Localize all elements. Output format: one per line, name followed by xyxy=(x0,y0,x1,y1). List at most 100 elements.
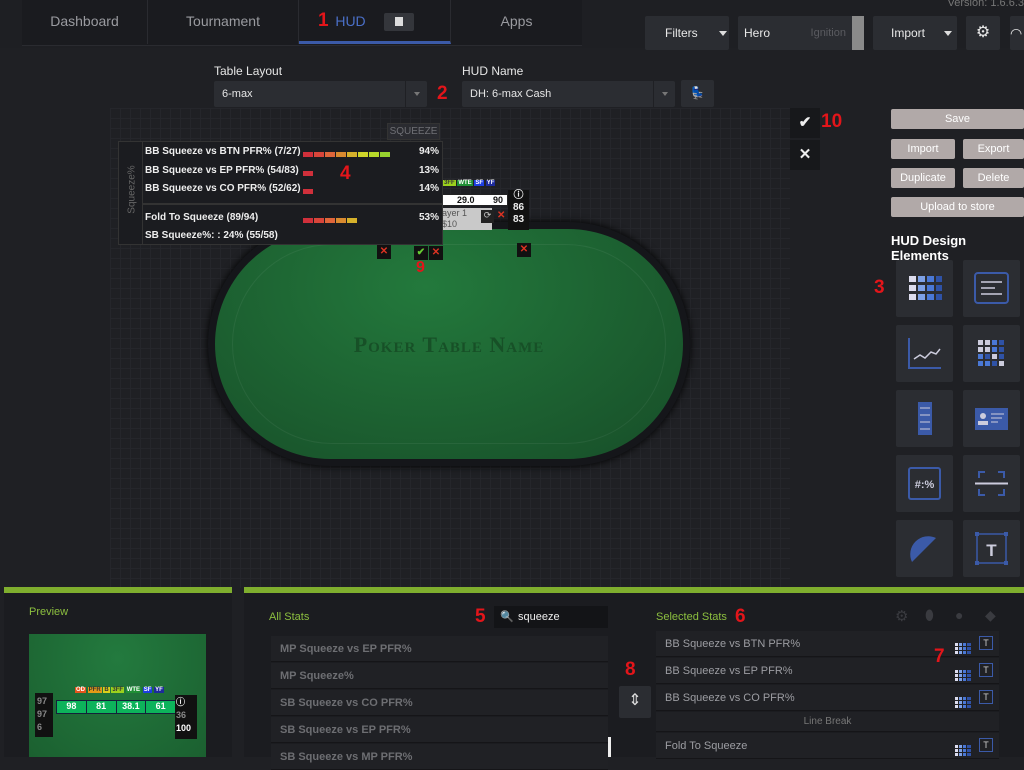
filters-button[interactable]: Filters xyxy=(645,16,729,50)
search-icon: 🔍 xyxy=(500,611,514,623)
seat-chair-icon[interactable]: 💺 xyxy=(681,80,714,107)
selected-stat-item[interactable]: BB Squeeze vs EP PFR% T xyxy=(656,658,999,684)
grid-icon[interactable] xyxy=(955,740,971,766)
tag-icon[interactable]: ◆ xyxy=(985,607,996,624)
progress-segment xyxy=(380,152,390,157)
hero-dropdown-toggle[interactable] xyxy=(852,16,864,50)
badge-sf: SF xyxy=(474,180,485,186)
close-icon[interactable]: ✕ xyxy=(497,210,505,221)
selected-stat-label: BB Squeeze vs EP PFR% xyxy=(665,665,793,677)
all-stats-item[interactable]: SB Squeeze vs EP PFR% xyxy=(271,717,608,743)
close-icon[interactable]: ✕ xyxy=(429,246,443,260)
text-format-icon[interactable]: T xyxy=(979,663,993,677)
export-button[interactable]: Export xyxy=(963,139,1024,159)
text-format-icon[interactable]: T xyxy=(979,690,993,704)
popup-row-name: BB Squeeze vs BTN PFR% (7/27) xyxy=(145,146,301,157)
check-icon[interactable]: ✔ xyxy=(414,246,428,260)
save-button[interactable]: Save xyxy=(891,109,1024,129)
popup-row-name: BB Squeeze vs EP PFR% (54/83) xyxy=(145,165,299,176)
confirm-check-icon[interactable]: ✔ xyxy=(790,108,820,138)
preview-stat-row: 98 81 38.1 61 xyxy=(56,700,176,714)
tile-graph[interactable] xyxy=(896,325,953,382)
tile-stat-grid[interactable] xyxy=(896,260,953,317)
hud-name-select[interactable]: DH: 6-max Cash xyxy=(462,81,675,107)
tile-text-stat[interactable]: #:% xyxy=(896,455,953,512)
popup-row-name: Fold To Squeeze (89/94) xyxy=(145,212,259,223)
import-hud-button[interactable]: Import xyxy=(891,139,955,159)
all-stats-item[interactable]: MP Squeeze% xyxy=(271,663,608,689)
popup-footer-text: SB Squeeze%: : 24% (55/58) xyxy=(145,230,278,241)
progress-segment xyxy=(314,152,324,157)
annotation-2: 2 xyxy=(437,83,448,104)
preview-right-panel: ⓘ 36 100 xyxy=(175,695,197,739)
tile-gauge[interactable] xyxy=(896,520,953,577)
line-break-item[interactable]: Line Break xyxy=(656,712,999,732)
stats-panel-accent xyxy=(244,587,1024,593)
popup-footer: SB Squeeze%: : 24% (55/58) xyxy=(145,230,443,244)
seat-hud-value: 29.0 xyxy=(457,195,475,205)
badge-3ff: 3FF xyxy=(443,180,456,186)
main-nav: Dashboard Tournament HUD Apps xyxy=(22,0,582,46)
close-icon[interactable]: ✕ xyxy=(517,243,531,257)
tab-dashboard[interactable]: Dashboard xyxy=(22,0,148,44)
stat-popup: Squeeze% BB Squeeze vs BTN PFR% (7/27) 94… xyxy=(118,141,443,245)
text-format-icon[interactable]: T xyxy=(979,636,993,650)
selected-stat-item[interactable]: Fold To Squeeze T xyxy=(656,733,999,759)
popup-side: Squeeze% xyxy=(119,142,143,244)
stop-button[interactable] xyxy=(383,13,414,32)
progress-segment xyxy=(336,152,346,157)
preview-left-panel: 97 97 6 xyxy=(35,693,53,737)
stats-search-input[interactable]: 🔍 squeeze xyxy=(494,606,608,628)
annotation-7: 7 xyxy=(934,646,945,667)
refresh-icon[interactable]: ⟳ xyxy=(481,210,494,223)
table-layout-select[interactable]: 6-max xyxy=(214,81,427,107)
selected-stat-label: BB Squeeze vs BTN PFR% xyxy=(665,638,801,650)
progress-segment xyxy=(303,218,313,223)
hero-select[interactable]: Hero Ignition xyxy=(738,16,864,50)
tile-player-card[interactable] xyxy=(963,390,1020,447)
tab-hud-label: HUD xyxy=(335,13,366,29)
annotation-3: 3 xyxy=(874,277,885,298)
help-icon[interactable]: ⓘ xyxy=(508,190,529,202)
all-stats-item[interactable]: SB Squeeze vs CO PFR% xyxy=(271,690,608,716)
tile-heatmap[interactable] xyxy=(963,325,1020,382)
import-button[interactable]: Import xyxy=(873,16,957,50)
tab-tournament[interactable]: Tournament xyxy=(148,0,299,44)
badge-wte: WTE xyxy=(125,687,142,693)
progress-segment xyxy=(325,152,335,157)
tile-sliders[interactable] xyxy=(963,260,1020,317)
line-break-insert-button[interactable]: ⇕ xyxy=(619,686,651,718)
seat-hud-side-value: 83 xyxy=(512,214,525,225)
selected-stat-label: BB Squeeze vs CO PFR% xyxy=(665,692,795,704)
all-stats-item[interactable]: MP Squeeze vs EP PFR% xyxy=(271,636,608,662)
selected-stat-item[interactable]: BB Squeeze vs CO PFR% T xyxy=(656,685,999,711)
close-icon[interactable]: ✕ xyxy=(377,245,391,259)
badge-3ff: 3FF xyxy=(111,687,125,693)
cancel-close-icon[interactable]: ✕ xyxy=(790,140,820,170)
popup-row-pct: 94% xyxy=(418,146,439,157)
seat-hud-side-value: 86 xyxy=(512,202,525,213)
seat-hud-values: 29.0 90 xyxy=(440,194,508,206)
annotation-6: 6 xyxy=(735,606,746,627)
text-format-icon[interactable]: T xyxy=(979,738,993,752)
settings-gear-icon[interactable]: ⚙ xyxy=(966,16,1000,50)
all-stats-item[interactable]: SB Squeeze vs MP PFR% xyxy=(271,744,608,770)
import-label: Import xyxy=(891,26,926,40)
delete-button[interactable]: Delete xyxy=(963,168,1024,188)
text-box-icon: T xyxy=(975,532,1008,565)
tile-line-break[interactable] xyxy=(963,455,1020,512)
paint-bucket-icon[interactable]: ⬮ xyxy=(925,607,934,624)
headset-icon[interactable]: ◠ xyxy=(1010,16,1024,50)
gear-icon[interactable]: ⚙ xyxy=(895,607,908,625)
tile-list[interactable] xyxy=(896,390,953,447)
tile-text[interactable]: T xyxy=(963,520,1020,577)
selected-stat-item[interactable]: BB Squeeze vs BTN PFR% T xyxy=(656,631,999,657)
scrollbar-thumb[interactable] xyxy=(608,737,611,757)
upload-to-store-button[interactable]: Upload to store xyxy=(891,197,1024,217)
duplicate-button[interactable]: Duplicate xyxy=(891,168,955,188)
player-icon[interactable]: ● xyxy=(955,607,963,623)
progress-segment xyxy=(358,152,368,157)
popup-row: Fold To Squeeze (89/94) 53% xyxy=(145,212,443,226)
tab-apps[interactable]: Apps xyxy=(451,0,582,44)
top-bar: Dashboard Tournament HUD Apps 1 Version:… xyxy=(0,0,1024,50)
